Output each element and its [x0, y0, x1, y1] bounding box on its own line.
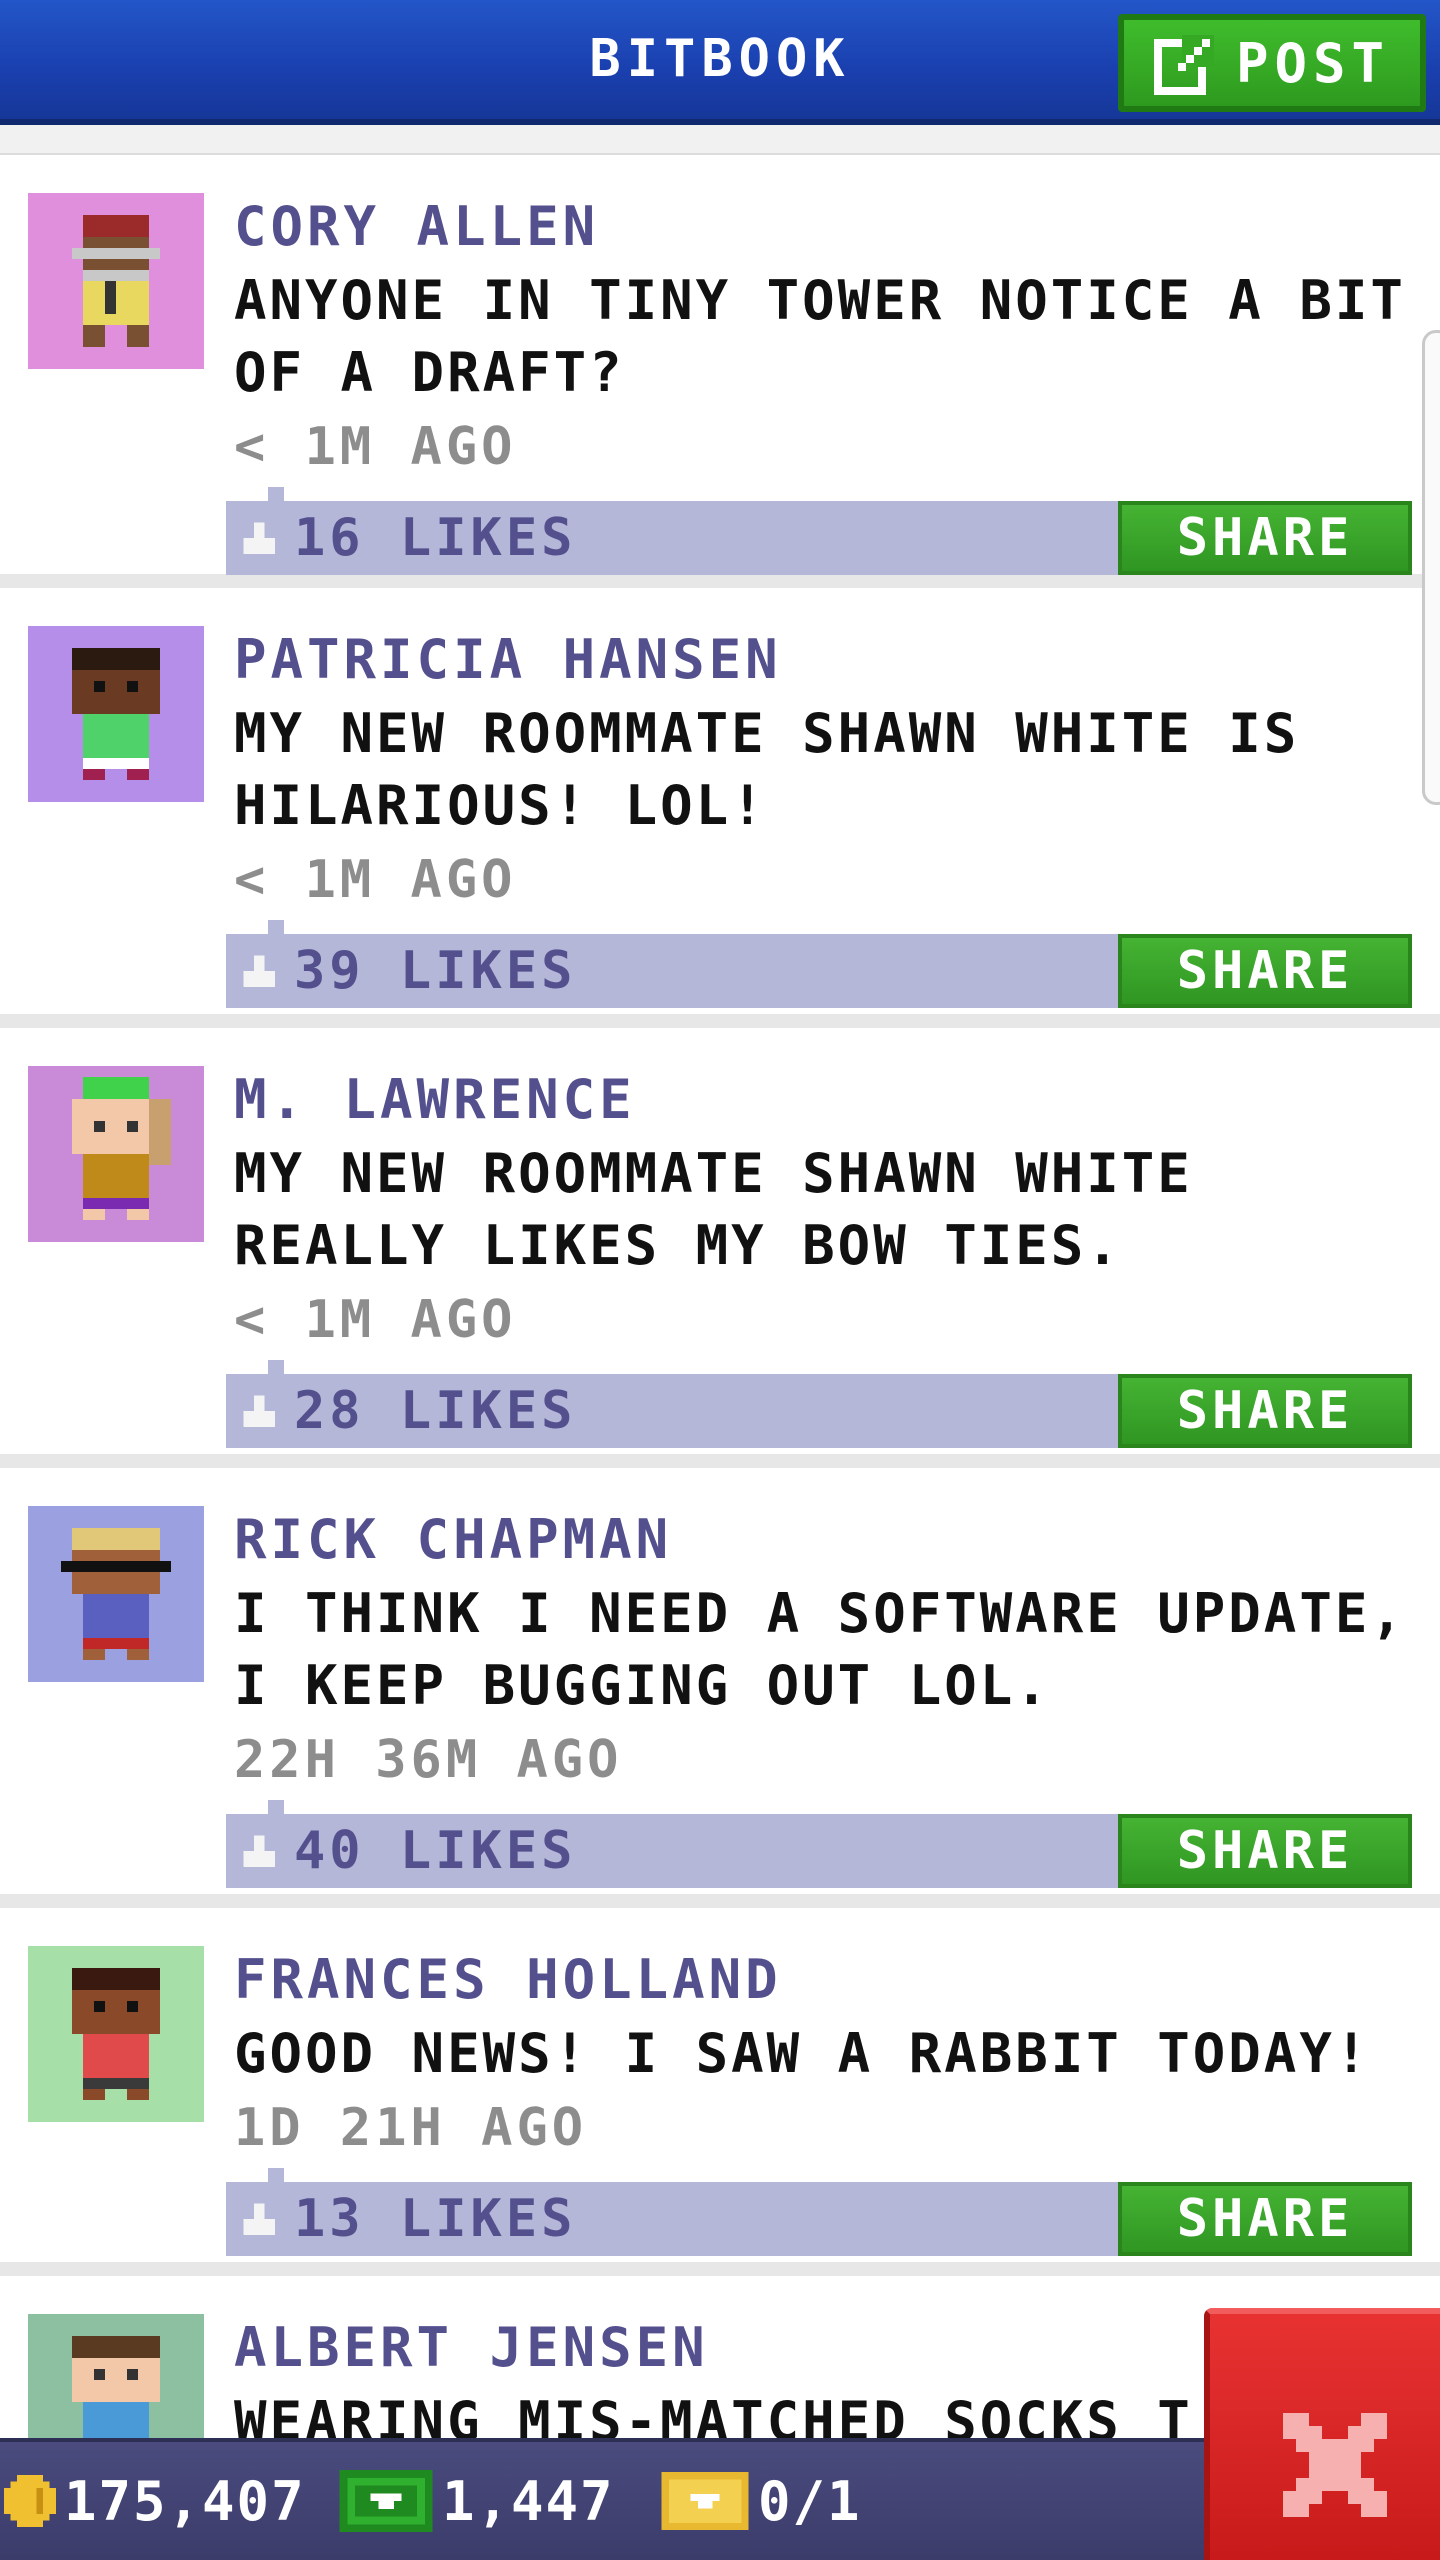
close-button[interactable] [1204, 2308, 1440, 2560]
thumbs-up-icon [243, 1835, 275, 1867]
share-button[interactable]: SHARE [1118, 1374, 1412, 1448]
author-name[interactable]: PATRICIA HANSEN [234, 628, 782, 691]
author-name[interactable]: CORY ALLEN [234, 195, 599, 258]
bux-balance: 1,447 [338, 2442, 615, 2560]
coin-icon [4, 2475, 56, 2527]
share-button[interactable]: SHARE [1118, 934, 1412, 1008]
thumbs-up-icon [243, 2203, 275, 2235]
avatar[interactable] [28, 1946, 204, 2122]
like-count-label: 28 LIKES [294, 1381, 577, 1441]
thumbs-up-icon [243, 955, 275, 987]
avatar[interactable] [28, 626, 204, 802]
avatar[interactable] [28, 1506, 204, 1682]
post-timestamp: < 1M AGO [234, 417, 517, 477]
coin-count: 175,407 [64, 2469, 306, 2533]
like-bar: 16 LIKES SHARE [226, 487, 1412, 575]
post-card: M. LAWRENCE MY NEW ROOMMATE SHAWN WHITE … [0, 1028, 1440, 1468]
share-button[interactable]: SHARE [1118, 2182, 1412, 2256]
post-message: I THINK I NEED A SOFTWARE UPDATE, I KEEP… [234, 1582, 1406, 1717]
avatar[interactable] [28, 1066, 204, 1242]
post-card: CORY ALLEN ANYONE IN TINY TOWER NOTICE A… [0, 153, 1440, 588]
app-header: BITBOOK POST [0, 0, 1440, 125]
post-timestamp: 1D 21H AGO [234, 2098, 588, 2158]
share-button[interactable]: SHARE [1118, 501, 1412, 575]
like-count-label: 16 LIKES [294, 508, 577, 568]
post-card: FRANCES HOLLAND GOOD NEWS! I SAW A RABBI… [0, 1908, 1440, 2276]
edit-icon [1153, 35, 1214, 95]
post-message: MY NEW ROOMMATE SHAWN WHITE REALLY LIKES… [234, 1142, 1193, 1277]
post-message: GOOD NEWS! I SAW A RABBIT TODAY! [234, 2022, 1371, 2085]
ticket-count: 0/1 [758, 2469, 862, 2533]
post-timestamp: 22H 36M AGO [234, 1730, 623, 1790]
close-icon [1283, 2413, 1387, 2517]
like-count-label: 40 LIKES [294, 1821, 577, 1881]
author-name[interactable]: FRANCES HOLLAND [234, 1948, 782, 2011]
like-bar: 40 LIKES SHARE [226, 1800, 1412, 1888]
thumbs-up-icon [243, 522, 275, 554]
post-message: MY NEW ROOMMATE SHAWN WHITE IS HILARIOUS… [234, 702, 1300, 837]
scroll-indicator[interactable] [1422, 330, 1440, 805]
like-bar: 39 LIKES SHARE [226, 920, 1412, 1008]
share-button[interactable]: SHARE [1118, 1814, 1412, 1888]
author-name[interactable]: M. LAWRENCE [234, 1068, 636, 1131]
like-count[interactable]: 28 LIKES [238, 1374, 576, 1448]
post-card: RICK CHAPMAN I THINK I NEED A SOFTWARE U… [0, 1468, 1440, 1908]
thumbs-up-icon [243, 1395, 275, 1427]
like-bar: 28 LIKES SHARE [226, 1360, 1412, 1448]
author-name[interactable]: ALBERT JENSEN [234, 2316, 709, 2379]
like-count[interactable]: 13 LIKES [238, 2182, 576, 2256]
post-button-label: POST [1235, 31, 1391, 95]
like-bar: 13 LIKES SHARE [226, 2168, 1412, 2256]
coin-balance: 175,407 [4, 2442, 306, 2560]
post-feed[interactable]: CORY ALLEN ANYONE IN TINY TOWER NOTICE A… [0, 125, 1440, 2560]
post-button[interactable]: POST [1118, 14, 1426, 112]
ticket-balance: 0/1 [660, 2442, 862, 2560]
bux-count: 1,447 [442, 2469, 615, 2533]
post-message: ANYONE IN TINY TOWER NOTICE A BIT OF A D… [234, 269, 1406, 404]
post-timestamp: < 1M AGO [234, 850, 517, 910]
like-count[interactable]: 40 LIKES [238, 1814, 576, 1888]
author-name[interactable]: RICK CHAPMAN [234, 1508, 672, 1571]
like-count[interactable]: 39 LIKES [238, 934, 576, 1008]
ticket-icon [661, 2472, 749, 2530]
like-count-label: 39 LIKES [294, 941, 577, 1001]
like-count[interactable]: 16 LIKES [238, 501, 576, 575]
post-timestamp: < 1M AGO [234, 1290, 517, 1350]
avatar[interactable] [28, 193, 204, 369]
post-card: PATRICIA HANSEN MY NEW ROOMMATE SHAWN WH… [0, 588, 1440, 1028]
like-count-label: 13 LIKES [294, 2189, 577, 2249]
bux-icon [339, 2470, 433, 2532]
